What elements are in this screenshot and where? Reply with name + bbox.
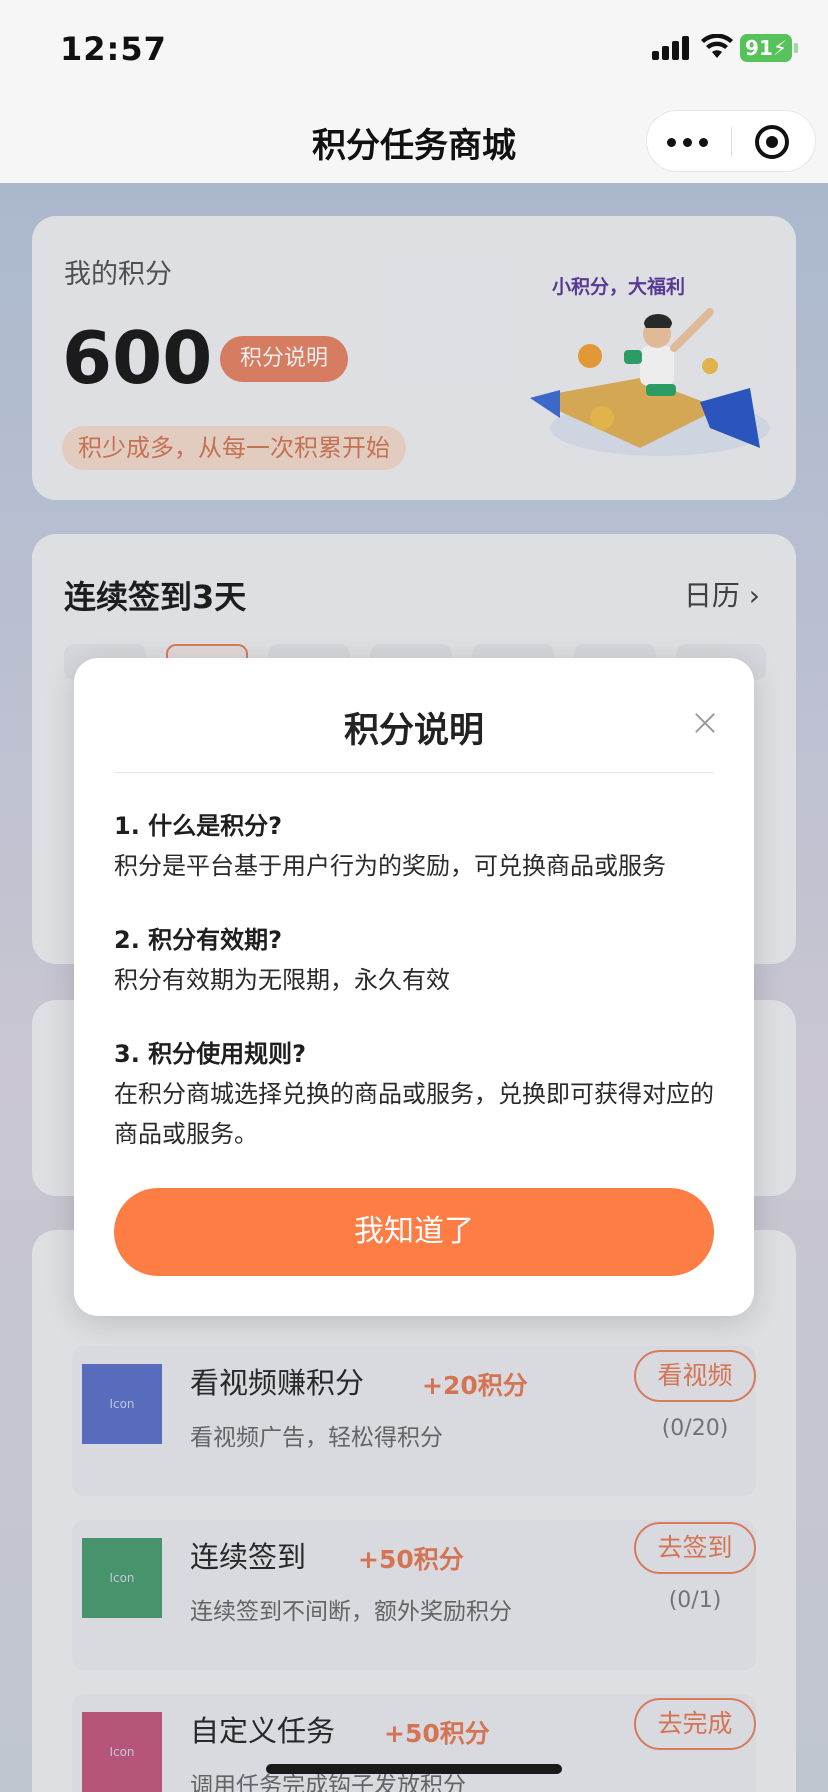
battery-icon: 91⚡ [740, 34, 798, 62]
close-target-icon[interactable] [755, 125, 789, 159]
dialog-divider [114, 772, 714, 773]
points-explain-dialog: 积分说明 1. 什么是积分? 积分是平台基于用户行为的奖励，可兑换商品或服务 2… [74, 658, 754, 1316]
answer-1: 积分是平台基于用户行为的奖励，可兑换商品或服务 [114, 852, 666, 880]
dialog-body: 1. 什么是积分? 积分是平台基于用户行为的奖励，可兑换商品或服务 2. 积分有… [114, 806, 718, 1188]
home-indicator [266, 1764, 562, 1774]
wifi-icon [701, 34, 733, 58]
status-bar: 12:57 91⚡ [0, 0, 828, 100]
signal-icon [652, 36, 692, 60]
answer-3: 在积分商城选择兑换的商品或服务，兑换即可获得对应的商品或服务。 [114, 1080, 714, 1148]
status-time: 12:57 [60, 30, 167, 68]
mini-program-capsule [646, 110, 816, 172]
close-icon[interactable] [690, 710, 720, 740]
more-icon[interactable] [667, 111, 727, 173]
question-3: 3. 积分使用规则? [114, 1040, 307, 1068]
nav-bar: 积分任务商城 [0, 100, 828, 183]
answer-2: 积分有效期为无限期，永久有效 [114, 966, 450, 994]
confirm-button[interactable]: 我知道了 [114, 1188, 714, 1276]
question-1: 1. 什么是积分? [114, 812, 283, 840]
capsule-divider [731, 127, 732, 157]
question-2: 2. 积分有效期? [114, 926, 283, 954]
battery-level: 91 [745, 36, 773, 60]
dialog-title: 积分说明 [343, 711, 484, 751]
